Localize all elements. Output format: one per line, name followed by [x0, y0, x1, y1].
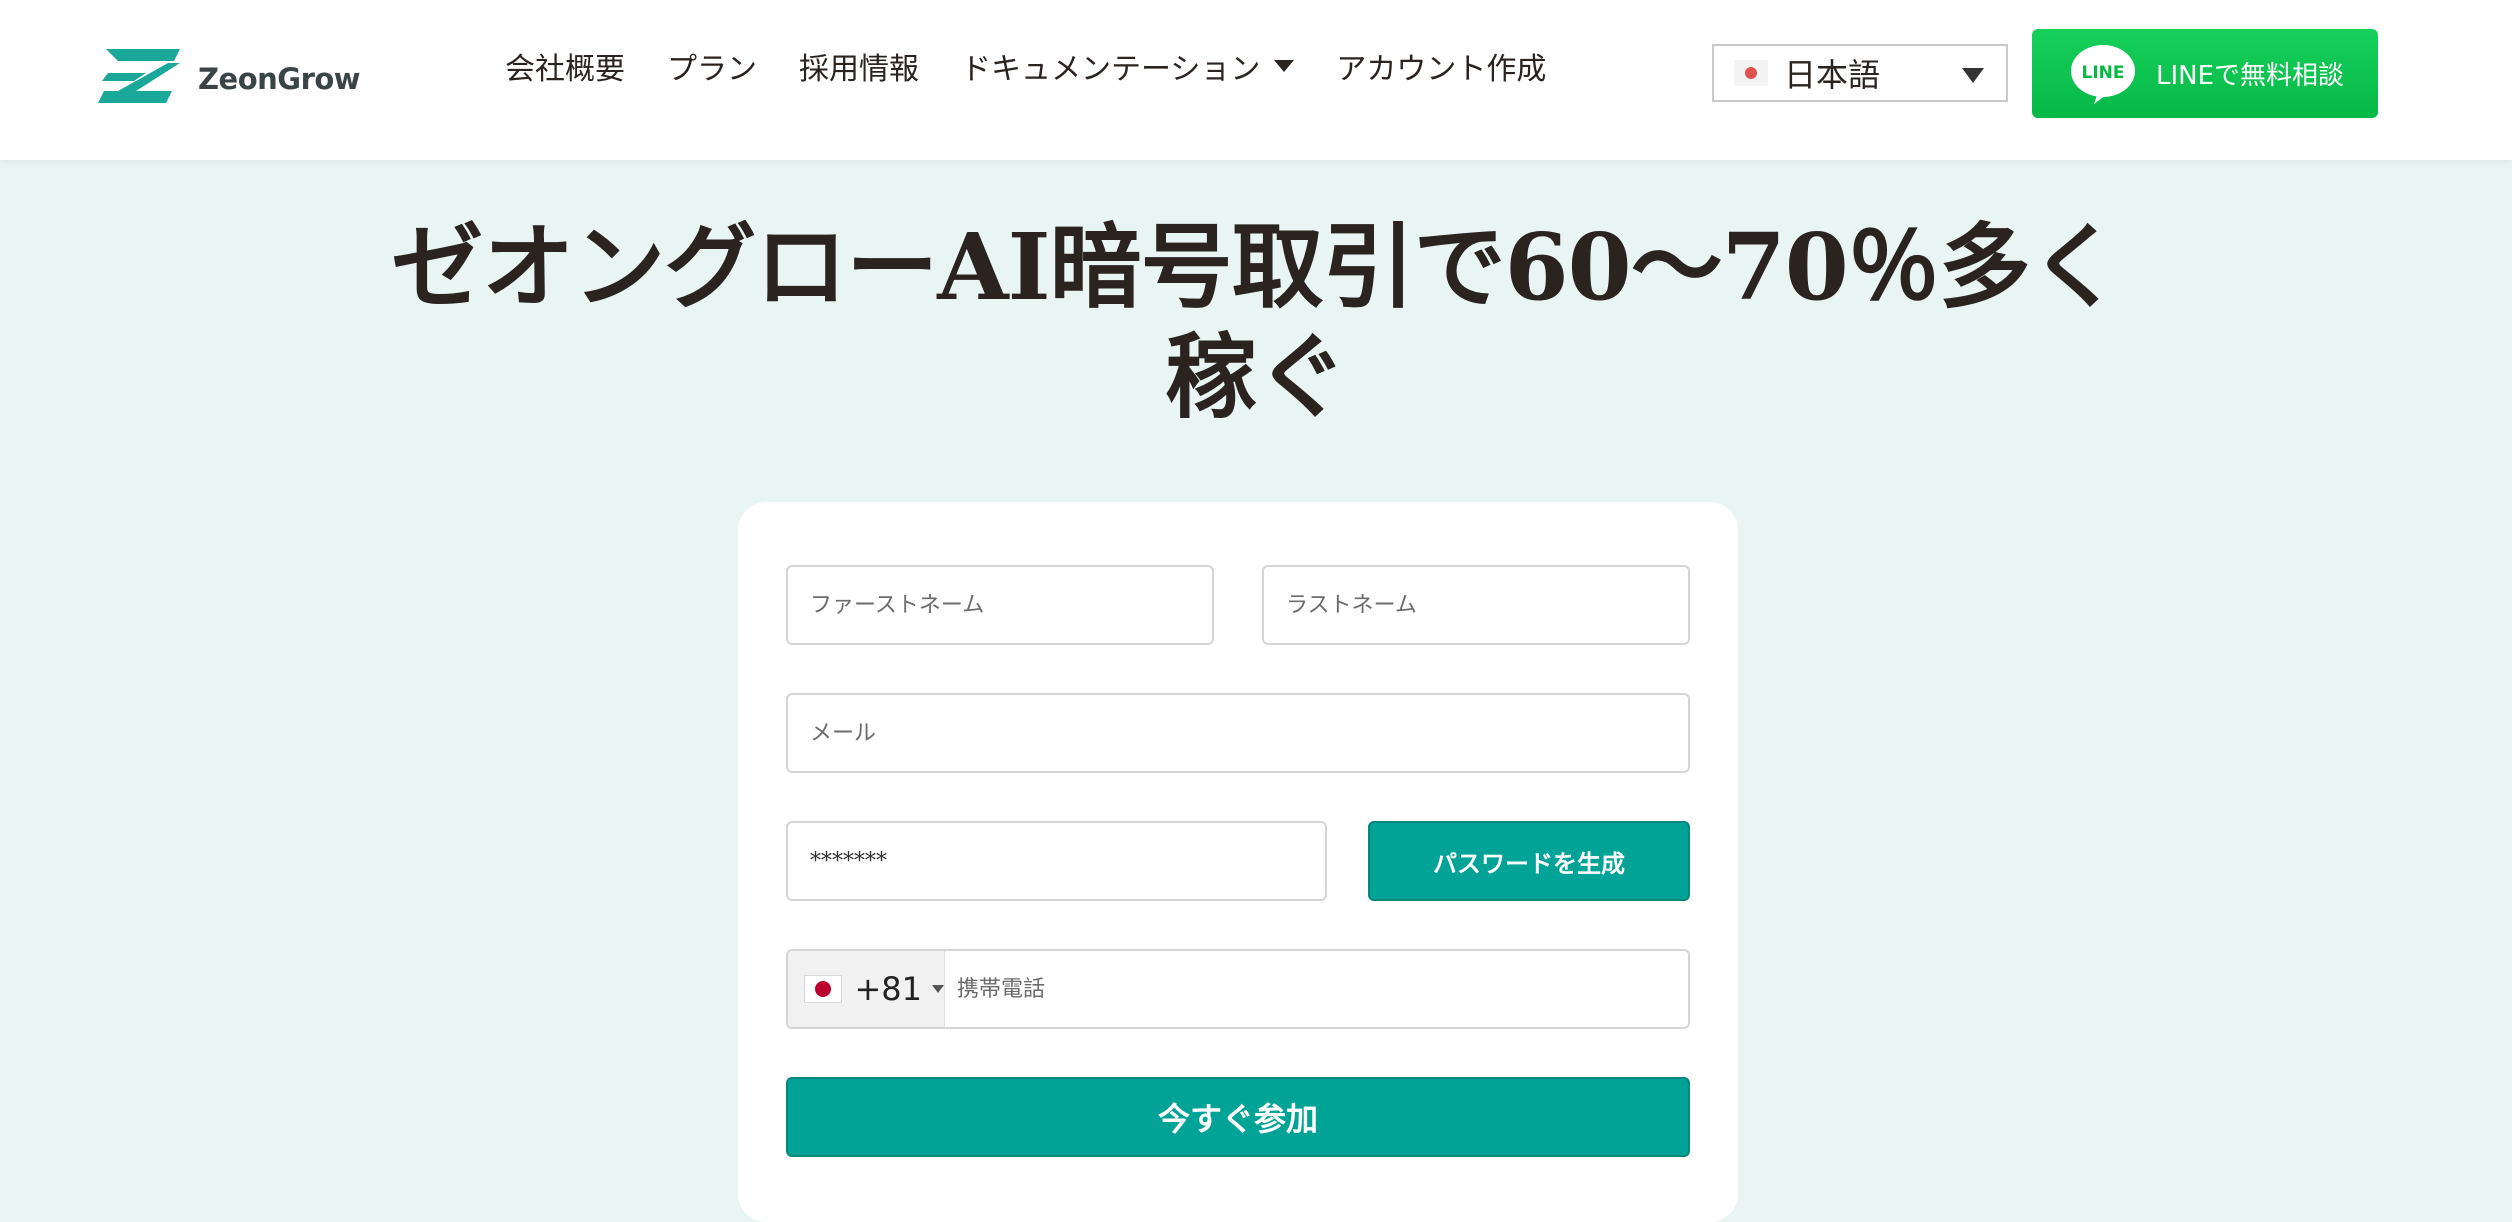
last-name-field-wrapper — [1262, 565, 1690, 645]
zeongrow-logo-icon — [98, 49, 180, 103]
main-nav: 会社概要 プラン 採用情報 ドキュメンテーション アカウント作成 — [505, 44, 1546, 88]
chevron-down-icon — [932, 985, 944, 993]
line-consult-label: LINEで無料相談 — [2156, 61, 2345, 91]
generate-password-button[interactable]: パスワードを生成 — [1368, 821, 1690, 901]
chevron-down-icon — [1274, 60, 1295, 72]
password-field-wrapper — [786, 821, 1327, 901]
svg-text:LINE: LINE — [2082, 63, 2125, 83]
nav-item-create-account[interactable]: アカウント作成 — [1336, 44, 1546, 88]
country-code-label: +81 — [854, 970, 922, 1008]
password-input[interactable] — [788, 823, 1325, 899]
nav-item-careers[interactable]: 採用情報 — [799, 44, 919, 88]
nav-item-company[interactable]: 会社概要 — [505, 44, 625, 88]
dropdown-caret-icon — [1962, 68, 1984, 83]
mobile-phone-input[interactable] — [945, 951, 1688, 1027]
last-name-input[interactable] — [1264, 567, 1688, 643]
line-consult-button[interactable]: LINE LINEで無料相談 — [2032, 29, 2378, 118]
language-selected-label: 日本語 — [1784, 56, 1881, 94]
hero-headline-line2: 稼ぐ — [1164, 323, 1348, 431]
hero-headline: ゼオングローAI暗号取引で60～70％多く 稼ぐ — [356, 212, 2156, 432]
first-name-input[interactable] — [788, 567, 1212, 643]
nav-item-documentation[interactable]: ドキュメンテーション — [961, 44, 1295, 88]
country-code-select[interactable]: +81 — [788, 951, 945, 1027]
line-logo-icon: LINE — [2070, 44, 2136, 104]
nav-item-plans[interactable]: プラン — [667, 44, 757, 88]
signup-form-card: パスワードを生成 +81 今すぐ参加 — [738, 502, 1738, 1222]
phone-field-wrapper: +81 — [786, 949, 1690, 1029]
hero-headline-line1: ゼオングローAI暗号取引で60～70％多く — [391, 213, 2121, 321]
site-header: ZeonGrow 会社概要 プラン 採用情報 ドキュメンテーション アカウント作… — [0, 0, 2512, 160]
language-select[interactable]: 日本語 — [1712, 44, 2008, 102]
brand-logo[interactable]: ZeonGrow — [98, 46, 361, 104]
join-now-button[interactable]: 今すぐ参加 — [786, 1077, 1690, 1157]
first-name-field-wrapper — [786, 565, 1214, 645]
nav-item-documentation-label: ドキュメンテーション — [961, 52, 1261, 87]
japan-flag-icon — [1734, 60, 1768, 86]
japan-flag-icon — [804, 975, 843, 1003]
brand-name: ZeonGrow — [198, 62, 361, 96]
email-field-wrapper — [786, 693, 1690, 773]
email-input[interactable] — [788, 695, 1688, 771]
